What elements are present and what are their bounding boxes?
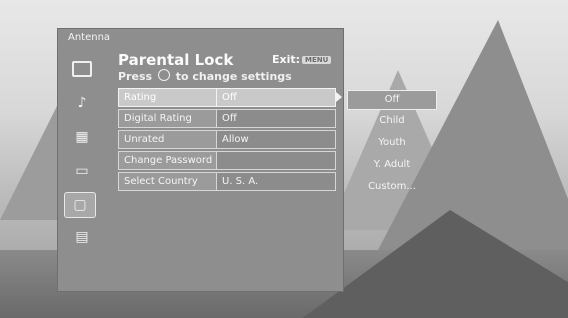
picture-icon[interactable] <box>70 60 94 78</box>
setting-row-change-password[interactable]: Change Password <box>118 151 336 170</box>
page-subtitle: Press to change settings <box>118 69 292 83</box>
rating-option-off[interactable]: Off <box>347 90 437 110</box>
setting-value <box>216 151 336 170</box>
setting-value: Off <box>216 88 342 107</box>
setup-icon[interactable]: ▤ <box>70 228 94 246</box>
menu-key-icon: MENU <box>302 56 332 64</box>
setting-row-unrated[interactable]: Unrated Allow <box>118 130 336 149</box>
setting-label: Select Country <box>118 172 217 191</box>
setting-label: Change Password <box>118 151 217 170</box>
rating-option-custom[interactable]: Custom... <box>346 178 438 196</box>
setting-label: Digital Rating <box>118 109 217 128</box>
setting-row-select-country[interactable]: Select Country U. S. A. <box>118 172 336 191</box>
dpad-icon <box>157 69 170 81</box>
rating-option-child[interactable]: Child <box>346 112 438 130</box>
setting-row-digital-rating[interactable]: Digital Rating Off <box>118 109 336 128</box>
subtitle-prefix: Press <box>118 70 153 83</box>
channel-grid-icon[interactable]: ▦ <box>70 128 94 146</box>
lock-icon[interactable]: ▢ <box>64 192 96 218</box>
music-note-icon[interactable]: ♪ <box>70 94 94 112</box>
rating-option-youth[interactable]: Youth <box>346 134 438 152</box>
setting-value: Off <box>216 109 336 128</box>
setting-row-rating[interactable]: Rating Off <box>118 88 342 107</box>
exit-hint[interactable]: Exit: MENU <box>272 53 332 66</box>
tv-icon[interactable]: ▭ <box>70 162 94 180</box>
window-title: Antenna <box>68 32 111 43</box>
page-title: Parental Lock <box>118 51 234 69</box>
rating-option-young-adult[interactable]: Y. Adult <box>346 156 438 174</box>
rating-dropdown: Off Child Youth Y. Adult Custom... <box>346 88 438 200</box>
setting-value: U. S. A. <box>216 172 336 191</box>
subtitle-suffix: to change settings <box>175 70 292 83</box>
setting-label: Rating <box>118 88 217 107</box>
tv-screen: Antenna ♪ ▦ ▭ ▢ ▤ Parental Lock Press to… <box>0 0 568 318</box>
setting-label: Unrated <box>118 130 217 149</box>
setting-value: Allow <box>216 130 336 149</box>
exit-label: Exit: <box>272 53 301 66</box>
